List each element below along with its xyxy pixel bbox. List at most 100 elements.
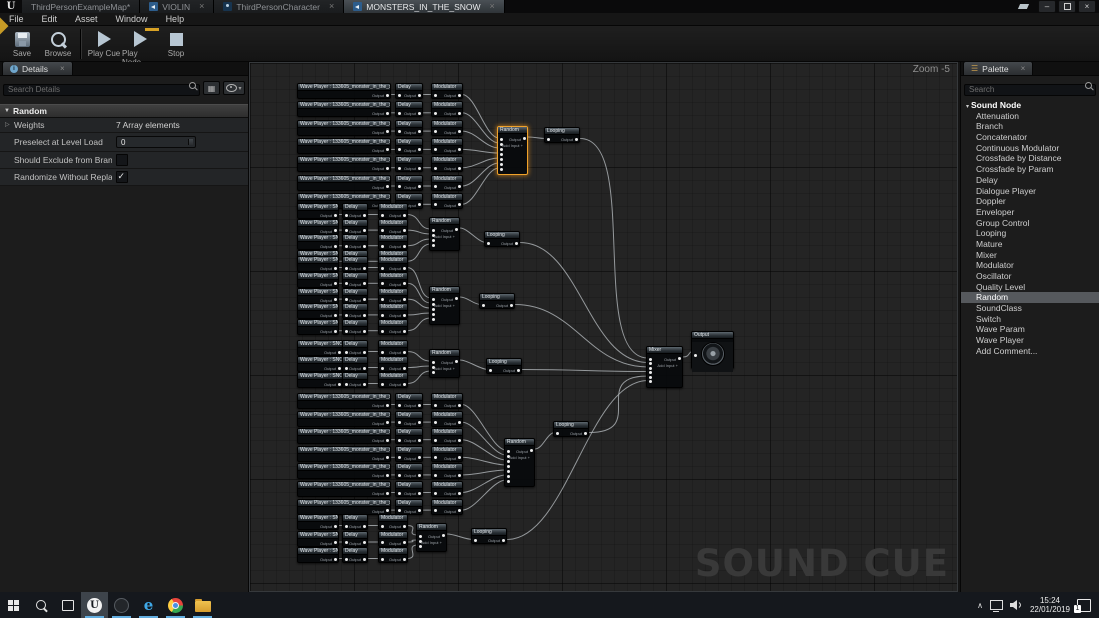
property-row-randomize[interactable]: Randomize Without Repla bbox=[0, 169, 248, 186]
input-pin[interactable] bbox=[434, 509, 437, 512]
input-pin[interactable] bbox=[398, 439, 401, 442]
input-pin[interactable] bbox=[432, 361, 435, 364]
input-pin[interactable] bbox=[434, 492, 437, 495]
output-pin[interactable] bbox=[363, 214, 366, 217]
output-pin[interactable] bbox=[458, 185, 461, 188]
output-pin[interactable] bbox=[386, 439, 389, 442]
output-pin[interactable] bbox=[458, 474, 461, 477]
wave-player-node[interactable]: Wave Player : SNOW_01Output bbox=[297, 256, 339, 272]
delay-node[interactable]: DelayOutput bbox=[342, 219, 368, 235]
taskbar-file-explorer[interactable] bbox=[189, 592, 216, 618]
modulator-node[interactable]: ModulatorOutput bbox=[431, 446, 463, 462]
output-pin[interactable] bbox=[458, 94, 461, 97]
delay-node[interactable]: DelayOutput bbox=[395, 411, 423, 427]
input-pin[interactable] bbox=[434, 148, 437, 151]
output-pin[interactable] bbox=[334, 541, 337, 544]
output-pin[interactable] bbox=[403, 214, 406, 217]
modulator-node[interactable]: ModulatorOutput bbox=[378, 547, 408, 563]
modulator-node[interactable]: ModulatorOutput bbox=[431, 138, 463, 154]
output-pin[interactable] bbox=[517, 369, 520, 372]
modulator-node[interactable]: ModulatorOutput bbox=[431, 481, 463, 497]
output-pin[interactable] bbox=[363, 525, 366, 528]
output-pin[interactable] bbox=[386, 130, 389, 133]
input-pin[interactable] bbox=[345, 229, 348, 232]
wave-player-node[interactable]: Wave Player : SNOW_01Output bbox=[297, 203, 339, 219]
output-pin[interactable] bbox=[363, 367, 366, 370]
random-node[interactable]: RandomOutputAdd Input + bbox=[429, 349, 460, 378]
input-pin[interactable] bbox=[434, 112, 437, 115]
palette-item-crossfade-by-distance[interactable]: Crossfade by Distance bbox=[961, 153, 1099, 164]
restore-button[interactable] bbox=[1058, 0, 1076, 13]
modulator-node[interactable]: ModulatorOutput bbox=[378, 372, 408, 388]
close-icon[interactable]: × bbox=[60, 64, 65, 73]
output-pin[interactable] bbox=[515, 242, 518, 245]
palette-item-enveloper[interactable]: Enveloper bbox=[961, 207, 1099, 218]
wave-player-node[interactable]: Wave Player : SNOW_01Output bbox=[297, 356, 343, 372]
input-pin[interactable] bbox=[487, 242, 490, 245]
play-cue-button[interactable]: Play Cue bbox=[86, 28, 122, 58]
input-pin[interactable] bbox=[649, 367, 652, 370]
input-pin[interactable] bbox=[398, 112, 401, 115]
input-pin[interactable] bbox=[547, 138, 550, 141]
add-input-label[interactable]: Add Input + bbox=[434, 303, 455, 308]
input-pin[interactable] bbox=[381, 351, 384, 354]
modulator-node[interactable]: ModulatorOutput bbox=[431, 193, 463, 209]
wave-player-node[interactable]: Wave Player : SNOW_01Output bbox=[297, 547, 339, 563]
network-icon[interactable] bbox=[990, 600, 1003, 610]
output-pin[interactable] bbox=[334, 330, 337, 333]
input-pin[interactable] bbox=[694, 354, 697, 357]
input-pin[interactable] bbox=[432, 298, 435, 301]
palette-item-continuous-modulator[interactable]: Continuous Modulator bbox=[961, 143, 1099, 154]
input-pin[interactable] bbox=[381, 525, 384, 528]
window-tab-3[interactable]: MONSTERS_IN_THE_SNOW× bbox=[344, 0, 505, 13]
palette-item-crossfade-by-param[interactable]: Crossfade by Param bbox=[961, 164, 1099, 175]
taskbar-search-button[interactable] bbox=[27, 592, 54, 618]
modulator-node[interactable]: ModulatorOutput bbox=[431, 83, 463, 99]
delay-node[interactable]: DelayOutput bbox=[395, 393, 423, 409]
delay-node[interactable]: DelayOutput bbox=[342, 203, 368, 219]
output-pin[interactable] bbox=[458, 130, 461, 133]
palette-item-oscillator[interactable]: Oscillator bbox=[961, 271, 1099, 282]
output-pin[interactable] bbox=[334, 245, 337, 248]
output-pin[interactable] bbox=[386, 185, 389, 188]
modulator-node[interactable]: ModulatorOutput bbox=[378, 531, 408, 547]
palette-item-soundclass[interactable]: SoundClass bbox=[961, 303, 1099, 314]
output-pin[interactable] bbox=[418, 421, 421, 424]
input-pin[interactable] bbox=[434, 421, 437, 424]
output-pin[interactable] bbox=[403, 314, 406, 317]
random-node[interactable]: RandomOutputAdd Input + bbox=[429, 286, 460, 325]
output-pin[interactable] bbox=[386, 148, 389, 151]
delay-node[interactable]: DelayOutput bbox=[342, 531, 368, 547]
wave-player-node[interactable]: Wave Player : 133605_monster_in_the_snow… bbox=[297, 499, 391, 515]
input-pin[interactable] bbox=[507, 465, 510, 468]
wave-player-node[interactable]: Wave Player : SNOW_01Output bbox=[297, 319, 339, 335]
taskbar-chrome[interactable] bbox=[162, 592, 189, 618]
modulator-node[interactable]: ModulatorOutput bbox=[431, 393, 463, 409]
modulator-node[interactable]: ModulatorOutput bbox=[431, 463, 463, 479]
output-pin[interactable] bbox=[458, 167, 461, 170]
wave-player-node[interactable]: Wave Player : SNOW_01Output bbox=[297, 303, 339, 319]
output-pin[interactable] bbox=[403, 367, 406, 370]
input-pin[interactable] bbox=[345, 245, 348, 248]
expander-icon[interactable]: ▷ bbox=[5, 121, 10, 128]
output-pin[interactable] bbox=[418, 404, 421, 407]
palette-group-sound-node[interactable]: ▾Sound Node bbox=[961, 100, 1099, 111]
wave-player-node[interactable]: Wave Player : 133605_monster_in_the_snow… bbox=[297, 463, 391, 479]
output-pin[interactable] bbox=[403, 229, 406, 232]
input-pin[interactable] bbox=[398, 185, 401, 188]
input-pin[interactable] bbox=[345, 525, 348, 528]
output-pin[interactable] bbox=[386, 94, 389, 97]
mixer-node[interactable]: MixerOutputAdd Input + bbox=[646, 346, 683, 388]
wave-player-node[interactable]: Wave Player : SNOW_01Output bbox=[297, 234, 339, 250]
input-pin[interactable] bbox=[507, 480, 510, 483]
wave-player-node[interactable]: Wave Player : SNOW_01Output bbox=[297, 531, 339, 547]
input-pin[interactable] bbox=[649, 358, 652, 361]
minimize-button[interactable]: – bbox=[1038, 0, 1056, 13]
input-pin[interactable] bbox=[398, 492, 401, 495]
modulator-node[interactable]: ModulatorOutput bbox=[378, 219, 408, 235]
wave-player-node[interactable]: Wave Player : SNOW_01Output bbox=[297, 288, 339, 304]
output-pin[interactable] bbox=[363, 267, 366, 270]
input-pin[interactable] bbox=[507, 475, 510, 478]
output-pin[interactable] bbox=[338, 383, 341, 386]
palette-item-concatenator[interactable]: Concatenator bbox=[961, 132, 1099, 143]
